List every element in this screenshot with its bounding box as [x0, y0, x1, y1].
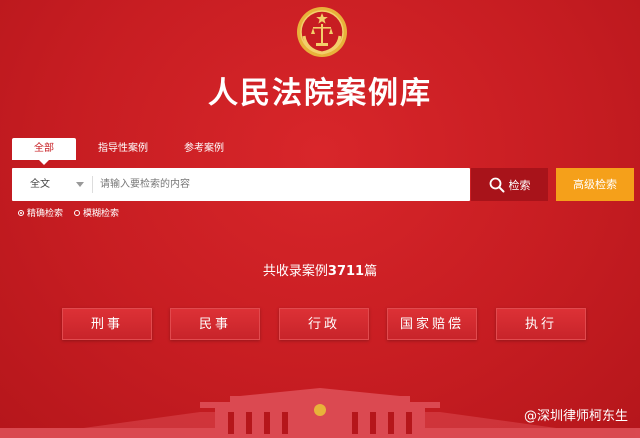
case-count-number: 3711: [327, 264, 365, 279]
court-emblem-icon: [297, 7, 347, 57]
category-administrative-button[interactable]: 行政: [279, 308, 369, 340]
chevron-down-icon: [76, 182, 84, 187]
watermark: @深圳律师柯东生: [524, 405, 628, 424]
category-enforcement-button[interactable]: 执行: [496, 308, 586, 340]
category-state-compensation-button[interactable]: 国家赔偿: [387, 308, 477, 340]
search-bar: 全文: [12, 168, 470, 201]
search-input[interactable]: [100, 168, 460, 201]
tab-all[interactable]: 全部: [12, 138, 76, 165]
exact-search-radio[interactable]: 精确检索: [18, 206, 63, 219]
case-count-suffix: 篇: [364, 264, 378, 279]
tab-guiding-cases[interactable]: 指导性案例: [82, 138, 164, 160]
divider: [92, 176, 93, 193]
search-scope-select[interactable]: 全文: [12, 168, 84, 201]
search-scope-value: 全文: [30, 179, 50, 190]
fuzzy-search-label: 模糊检索: [83, 209, 120, 219]
fuzzy-search-radio[interactable]: 模糊检索: [74, 206, 119, 219]
tab-reference-cases[interactable]: 参考案例: [168, 138, 240, 160]
category-civil-button[interactable]: 民事: [170, 308, 260, 340]
radio-unchecked-icon: [74, 209, 80, 216]
advanced-search-button[interactable]: 高级检索: [556, 168, 634, 201]
watermark-text: @深圳律师柯东生: [523, 409, 628, 424]
case-count-prefix: 共收录案例: [262, 264, 328, 279]
search-button-label: 检索: [508, 178, 531, 192]
radio-checked-icon: [18, 209, 24, 216]
search-icon: [489, 177, 504, 192]
case-count: 共收录案例3711篇: [0, 260, 640, 279]
category-criminal-button[interactable]: 刑事: [62, 308, 152, 340]
site-title: 人民法院案例库: [208, 76, 432, 111]
exact-search-label: 精确检索: [27, 209, 64, 219]
search-button[interactable]: 检索: [471, 168, 548, 201]
